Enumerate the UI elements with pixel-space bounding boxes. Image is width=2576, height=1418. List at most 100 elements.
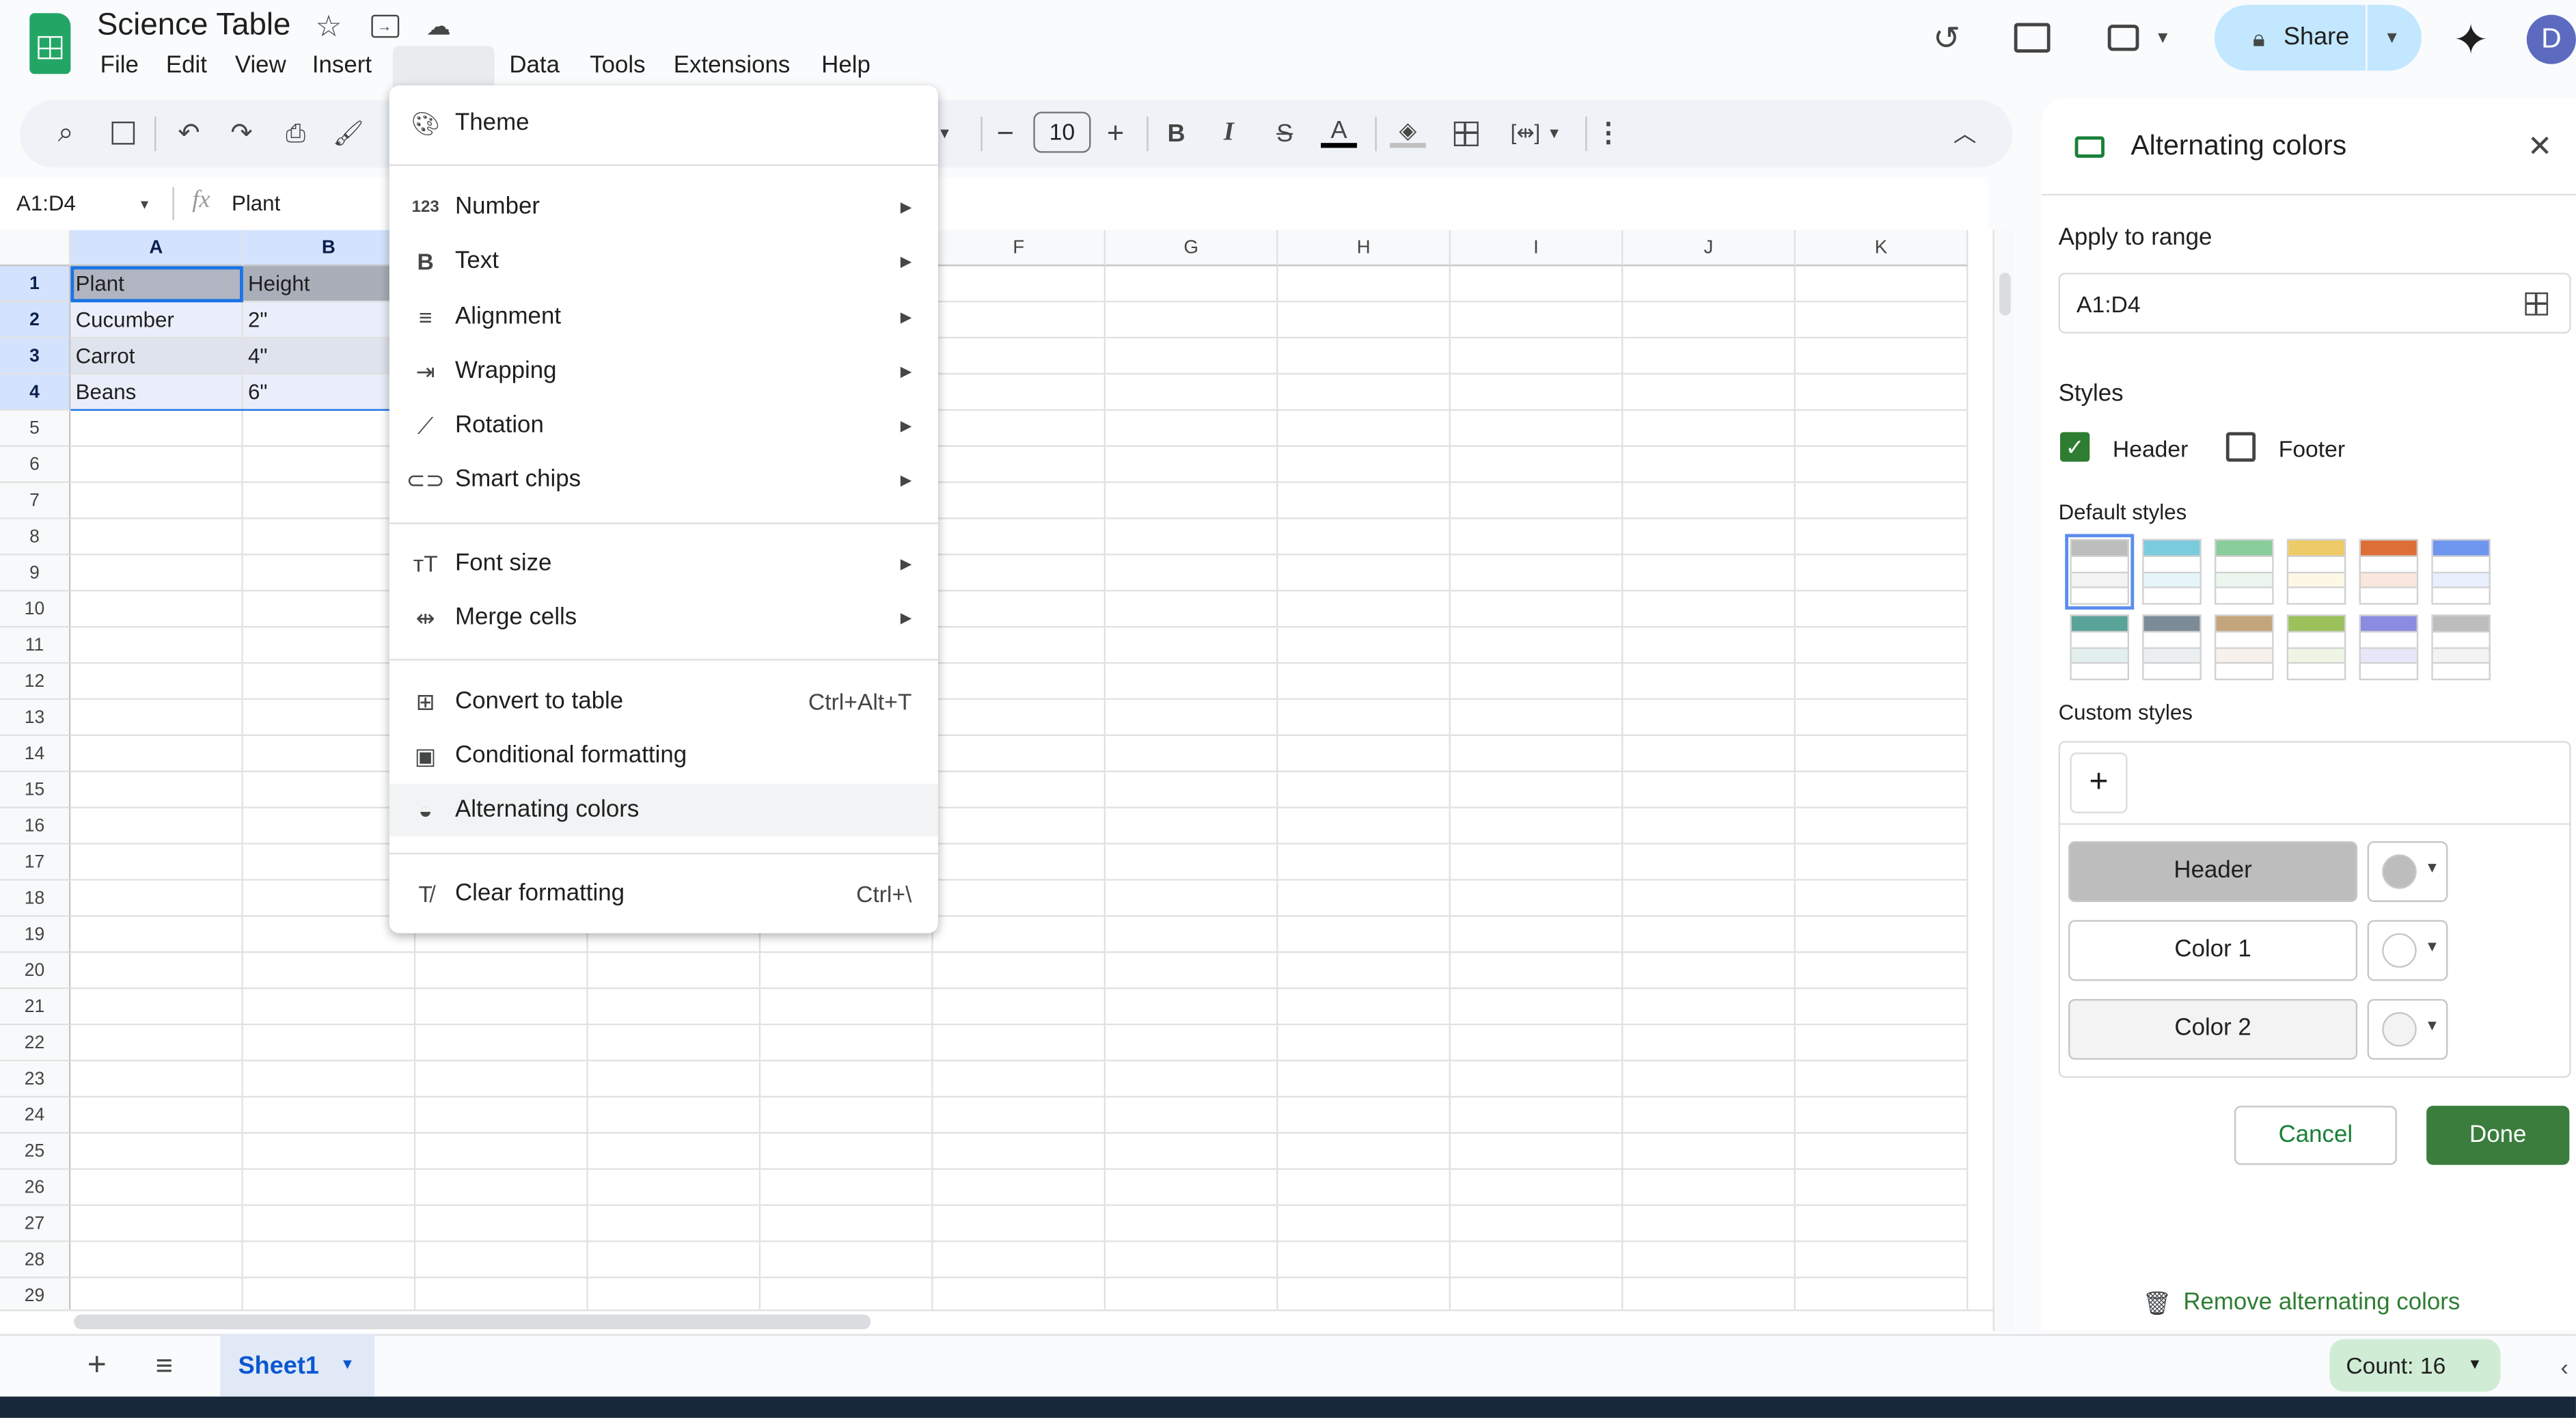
fill-color-icon[interactable]: ◈	[1390, 113, 1426, 153]
cell[interactable]	[1795, 627, 1969, 664]
cell[interactable]	[1795, 1097, 1969, 1134]
cell[interactable]	[1795, 989, 1969, 1026]
column-header[interactable]: G	[1106, 230, 1278, 267]
cell[interactable]	[588, 1242, 761, 1279]
cell[interactable]	[1278, 627, 1451, 664]
cell[interactable]	[1795, 736, 1969, 773]
cell[interactable]	[761, 1097, 933, 1134]
menu-item-rotation[interactable]: ⟋ Rotation ▶	[389, 399, 938, 452]
cell[interactable]	[1278, 808, 1451, 845]
cell[interactable]	[1106, 338, 1278, 375]
row-header[interactable]: 26	[0, 1169, 71, 1206]
menu-edit[interactable]: Edit	[159, 51, 213, 81]
cell[interactable]	[70, 844, 243, 881]
cell[interactable]	[1623, 627, 1796, 664]
cell[interactable]	[1278, 736, 1451, 773]
version-history-icon[interactable]: ↺	[1927, 18, 1967, 57]
column-header[interactable]: A	[70, 230, 243, 267]
cell[interactable]	[933, 880, 1106, 917]
cell[interactable]	[70, 1242, 243, 1279]
cell[interactable]	[1623, 374, 1796, 411]
row-header[interactable]: 29	[0, 1278, 71, 1310]
cell[interactable]	[1795, 1169, 1969, 1206]
cell[interactable]	[1106, 591, 1278, 628]
borders-icon[interactable]	[1451, 118, 1480, 148]
cell[interactable]	[933, 1133, 1106, 1170]
cell[interactable]	[1623, 1242, 1796, 1279]
cell[interactable]	[1623, 446, 1796, 483]
style-swatch[interactable]	[2214, 538, 2274, 605]
cell[interactable]	[1795, 555, 1969, 592]
cell[interactable]	[1623, 1169, 1796, 1206]
cell[interactable]	[1106, 1025, 1278, 1062]
row-header[interactable]: 19	[0, 916, 71, 953]
color-row-color-1-button[interactable]: Color 1	[2068, 920, 2358, 981]
cell[interactable]	[1795, 302, 1969, 339]
cell[interactable]	[1450, 736, 1623, 773]
cell[interactable]	[1623, 555, 1796, 592]
cell[interactable]	[70, 1278, 243, 1310]
cell[interactable]	[761, 1169, 933, 1206]
style-swatch[interactable]	[2359, 538, 2419, 605]
cell[interactable]	[243, 1278, 416, 1310]
row-header[interactable]: 3	[0, 338, 71, 375]
cell[interactable]	[1450, 664, 1623, 700]
cell[interactable]	[1278, 338, 1451, 375]
cell[interactable]	[1106, 1061, 1278, 1098]
cell[interactable]	[70, 989, 243, 1026]
menu-item-merge-cells[interactable]: ⇹ Merge cells ▶	[389, 592, 938, 644]
cell[interactable]	[1106, 411, 1278, 447]
paint-format-icon[interactable]: 🖌︎	[333, 117, 364, 150]
cell[interactable]	[1795, 700, 1969, 737]
cell[interactable]	[1106, 302, 1278, 339]
cell[interactable]	[1623, 1097, 1796, 1134]
cancel-button[interactable]: Cancel	[2234, 1106, 2397, 1165]
font-size-input[interactable]: 10	[1033, 111, 1091, 153]
cell[interactable]	[1450, 446, 1623, 483]
cell[interactable]	[1106, 1205, 1278, 1242]
menu-item-text[interactable]: B Text ▶	[389, 235, 938, 288]
cell[interactable]	[70, 808, 243, 845]
cell[interactable]	[1623, 880, 1796, 917]
row-header[interactable]: 14	[0, 736, 71, 773]
cell[interactable]	[1450, 844, 1623, 881]
cell[interactable]	[1450, 519, 1623, 556]
row-header[interactable]: 12	[0, 664, 71, 700]
cell[interactable]	[1106, 953, 1278, 990]
color-row-color-2-button[interactable]: Color 2	[2068, 998, 2358, 1060]
cell[interactable]	[1278, 374, 1451, 411]
share-button[interactable]: 🔒︎ Share ▼	[2214, 5, 2422, 71]
cell[interactable]	[1623, 519, 1796, 556]
cell[interactable]	[415, 1025, 588, 1062]
cell[interactable]	[70, 1025, 243, 1062]
cell[interactable]	[1278, 844, 1451, 881]
cell[interactable]	[933, 338, 1106, 375]
cell[interactable]	[1106, 700, 1278, 737]
style-swatch[interactable]	[2431, 614, 2491, 681]
menu-item-conditional-formatting[interactable]: ▣ Conditional formatting	[389, 730, 938, 782]
menu-item-clear-formatting[interactable]: T̸ Clear formatting Ctrl+\	[389, 867, 938, 920]
cell[interactable]	[1623, 664, 1796, 700]
row-header[interactable]: 18	[0, 880, 71, 917]
cell[interactable]	[1623, 916, 1796, 953]
row-header[interactable]: 6	[0, 446, 71, 483]
menu-view[interactable]: View	[228, 51, 292, 81]
cell[interactable]	[588, 953, 761, 990]
cell[interactable]	[1278, 266, 1451, 303]
row-header[interactable]: 24	[0, 1097, 71, 1134]
cell[interactable]	[415, 1061, 588, 1098]
cell[interactable]	[1623, 808, 1796, 845]
cell[interactable]	[588, 1169, 761, 1206]
insert-table-icon[interactable]	[109, 118, 138, 148]
cell[interactable]	[588, 1133, 761, 1170]
cell[interactable]	[70, 411, 243, 447]
cell[interactable]	[933, 519, 1106, 556]
cell[interactable]	[1278, 302, 1451, 339]
row-header[interactable]: 2	[0, 302, 71, 339]
cell[interactable]	[933, 844, 1106, 881]
cell[interactable]	[1450, 1097, 1623, 1134]
style-swatch[interactable]	[2359, 614, 2419, 681]
vertical-scrollbar[interactable]	[1992, 230, 2014, 1331]
cell[interactable]	[1450, 1169, 1623, 1206]
cell[interactable]	[70, 736, 243, 773]
